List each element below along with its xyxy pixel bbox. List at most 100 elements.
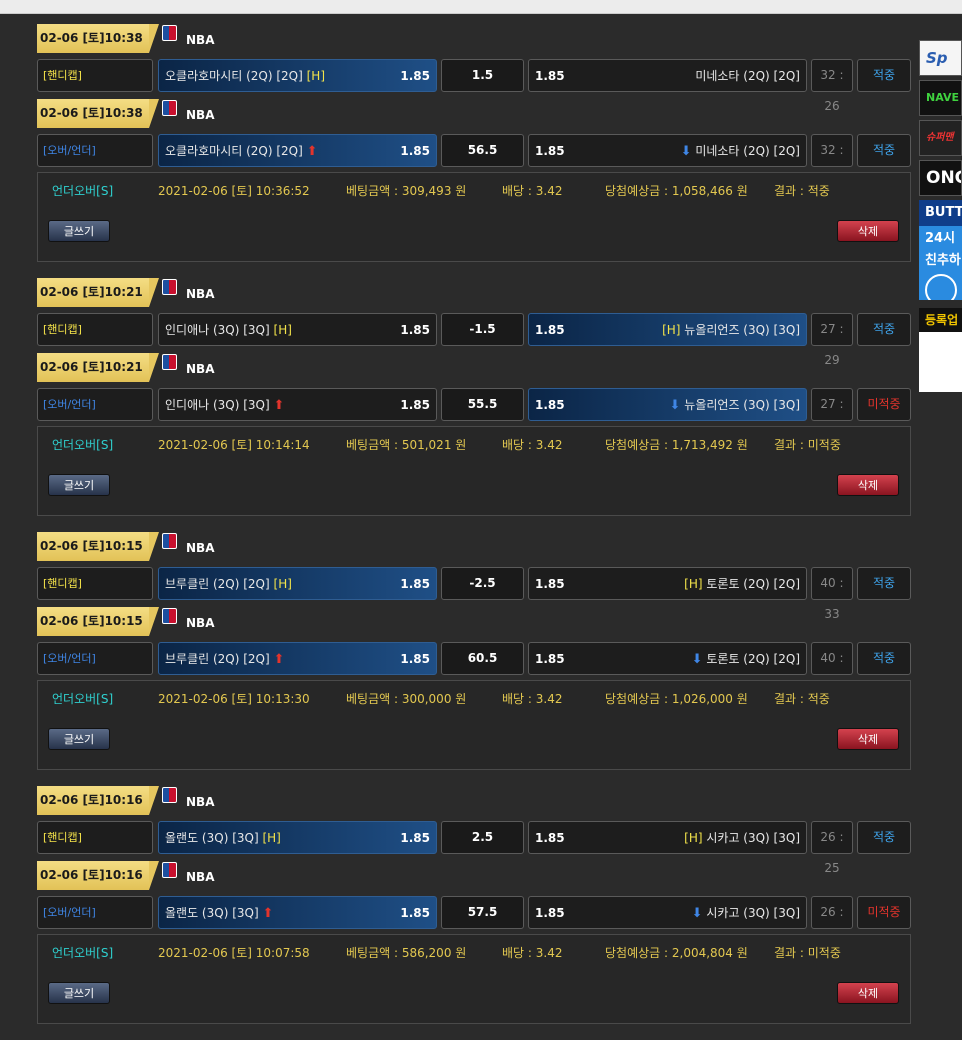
away-team-name: [H] 토론토 (2Q) [2Q] (684, 577, 800, 591)
home-team-button[interactable]: 브루클린 (2Q) [2Q] ⬆ 1.85 (158, 642, 437, 675)
delete-button[interactable]: 삭제 (837, 728, 899, 750)
telegram-banner-text: 24시 친추하 (925, 231, 961, 268)
home-team-button[interactable]: 인디애나 (3Q) [3Q] [H] 1.85 (158, 313, 437, 346)
sidebar-banner[interactable]: 슈퍼맨 (919, 120, 962, 156)
sidebar-banner[interactable]: ONG (919, 160, 962, 196)
league-name: NBA (186, 616, 215, 630)
handicap-line[interactable]: -1.5 (441, 313, 524, 346)
match-score: 26 : 25 (811, 821, 853, 875)
expected-payout: 당첨예상금 : 1,713,492 원 (605, 438, 748, 452)
home-odds: 1.85 (400, 143, 430, 158)
delete-button[interactable]: 삭제 (837, 474, 899, 496)
handicap-line[interactable]: -2.5 (441, 567, 524, 600)
write-button[interactable]: 글쓰기 (48, 982, 110, 1004)
home-team-button[interactable]: 오클라호마시티 (2Q) [2Q] [H] 1.85 (158, 59, 437, 92)
home-odds: 1.85 (400, 651, 430, 666)
away-team-button[interactable]: ⬇ 미네소타 (2Q) [2Q] 1.85 (528, 134, 807, 167)
delete-button[interactable]: 삭제 (837, 982, 899, 1004)
match-header: 02-06 [토]10:16 NBA (37, 786, 911, 815)
bet-time: 2021-02-06 [토] 10:14:14 (158, 438, 310, 452)
away-team-button[interactable]: ⬇ 뉴올리언즈 (3Q) [3Q] 1.85 (528, 388, 807, 421)
away-team-button[interactable]: ⬇ 시카고 (3Q) [3Q] 1.85 (528, 896, 807, 929)
home-team-button[interactable]: 브루클린 (2Q) [2Q] [H] 1.85 (158, 567, 437, 600)
write-button[interactable]: 글쓰기 (48, 728, 110, 750)
home-odds: 1.85 (400, 905, 430, 920)
bet-type-label: [핸디캡] (37, 821, 153, 854)
bet-amount: 베팅금액 : 309,493 원 (346, 184, 467, 198)
sidebar-banner[interactable]: NAVE (919, 80, 962, 116)
home-team-button[interactable]: 인디애나 (3Q) [3Q] ⬆ 1.85 (158, 388, 437, 421)
home-mark: [H] (273, 577, 292, 591)
bet-row-handicap: [핸디캡] 브루클린 (2Q) [2Q] [H] 1.85 -2.5 [H] 토… (37, 567, 911, 621)
away-team-button[interactable]: [H] 시카고 (3Q) [3Q] 1.85 (528, 821, 807, 854)
match-score: 27 : 29 (811, 388, 853, 442)
bet-type: 언더오버[S] (52, 946, 114, 960)
home-odds: 1.85 (400, 322, 430, 337)
delete-button[interactable]: 삭제 (837, 220, 899, 242)
away-odds: 1.85 (535, 830, 565, 845)
away-odds: 1.85 (535, 397, 565, 412)
bet-result: 결과 : 적중 (774, 692, 830, 706)
total-line[interactable]: 57.5 (441, 896, 524, 929)
home-team-name: 인디애나 (3Q) [3Q] ⬆ (165, 398, 285, 413)
away-team-name: 미네소타 (2Q) [2Q] (695, 69, 800, 83)
bet-row-over-under: [오버/언더] 올랜도 (3Q) [3Q] ⬆ 1.85 57.5 ⬇ 시카고 … (37, 896, 911, 950)
away-odds: 1.85 (535, 322, 565, 337)
bet-row-handicap: [핸디캡] 오클라호마시티 (2Q) [2Q] [H] 1.85 1.5 미네소… (37, 59, 911, 113)
match-score: 26 : 25 (811, 896, 853, 950)
home-team-name: 브루클린 (2Q) [2Q] ⬆ (165, 652, 285, 667)
away-team-name: [H] 뉴올리언즈 (3Q) [3Q] (662, 323, 800, 337)
write-button[interactable]: 글쓰기 (48, 474, 110, 496)
match-date-badge: 02-06 [토]10:16 (37, 786, 159, 815)
match-header: 02-06 [토]10:21 NBA (37, 353, 911, 382)
away-team-name: ⬇ 뉴올리언즈 (3Q) [3Q] (669, 398, 800, 413)
home-mark: [H] (662, 323, 681, 337)
bet-summary: 언더오버[S] 2021-02-06 [토] 10:07:58 베팅금액 : 5… (37, 934, 911, 1024)
telegram-banner[interactable]: 24시 친추하 (919, 226, 962, 300)
total-line[interactable]: 60.5 (441, 642, 524, 675)
total-line[interactable]: 55.5 (441, 388, 524, 421)
match-header: 02-06 [토]10:16 NBA (37, 861, 911, 890)
away-team-button[interactable]: 미네소타 (2Q) [2Q] 1.85 (528, 59, 807, 92)
total-line[interactable]: 56.5 (441, 134, 524, 167)
away-team-button[interactable]: [H] 토론토 (2Q) [2Q] 1.85 (528, 567, 807, 600)
bet-group: 02-06 [토]10:38 NBA [핸디캡] 오클라호마시티 (2Q) [2… (37, 24, 911, 262)
sidebar-banner[interactable]: 등록업 (919, 308, 962, 332)
home-team-name: 올랜도 (3Q) [3Q] ⬆ (165, 906, 274, 921)
bet-history-list: 02-06 [토]10:38 NBA [핸디캡] 오클라호마시티 (2Q) [2… (37, 24, 911, 1040)
telegram-icon (925, 274, 957, 300)
handicap-line[interactable]: 2.5 (441, 821, 524, 854)
bet-row-handicap: [핸디캡] 올랜도 (3Q) [3Q] [H] 1.85 2.5 [H] 시카고… (37, 821, 911, 875)
away-team-name: ⬇ 시카고 (3Q) [3Q] (691, 906, 800, 921)
bet-type-label: [오버/언더] (37, 896, 153, 929)
home-team-name: 브루클린 (2Q) [2Q] [H] (165, 577, 292, 591)
write-button[interactable]: 글쓰기 (48, 220, 110, 242)
league-name: NBA (186, 795, 215, 809)
bet-rate: 배당 : 3.42 (502, 946, 563, 960)
away-team-button[interactable]: [H] 뉴올리언즈 (3Q) [3Q] 1.85 (528, 313, 807, 346)
nba-logo-icon (162, 787, 177, 803)
home-team-button[interactable]: 올랜도 (3Q) [3Q] [H] 1.85 (158, 821, 437, 854)
home-team-name: 오클라호마시티 (2Q) [2Q] ⬆ (165, 144, 318, 159)
home-mark: [H] (306, 69, 326, 83)
bet-time: 2021-02-06 [토] 10:13:30 (158, 692, 310, 706)
arrow-down-icon: ⬇ (691, 652, 703, 667)
handicap-line[interactable]: 1.5 (441, 59, 524, 92)
home-mark: [H] (684, 831, 703, 845)
nba-logo-icon (162, 25, 177, 41)
bet-result: 결과 : 미적중 (774, 438, 841, 452)
sidebar-banner[interactable]: Sp (919, 40, 962, 76)
home-team-button[interactable]: 오클라호마시티 (2Q) [2Q] ⬆ 1.85 (158, 134, 437, 167)
bet-result: 결과 : 미적중 (774, 946, 841, 960)
bet-type-label: [핸디캡] (37, 567, 153, 600)
arrow-down-icon: ⬇ (669, 398, 681, 413)
match-header: 02-06 [토]10:15 NBA (37, 532, 911, 561)
home-team-button[interactable]: 올랜도 (3Q) [3Q] ⬆ 1.85 (158, 896, 437, 929)
away-team-button[interactable]: ⬇ 토론토 (2Q) [2Q] 1.85 (528, 642, 807, 675)
bet-row-handicap: [핸디캡] 인디애나 (3Q) [3Q] [H] 1.85 -1.5 [H] 뉴… (37, 313, 911, 367)
league-name: NBA (186, 362, 215, 376)
match-header: 02-06 [토]10:15 NBA (37, 607, 911, 636)
sidebar-banner[interactable]: BUTT (919, 200, 962, 226)
away-odds: 1.85 (535, 651, 565, 666)
bet-group: 02-06 [토]10:15 NBA [핸디캡] 브루클린 (2Q) [2Q] … (37, 532, 911, 770)
